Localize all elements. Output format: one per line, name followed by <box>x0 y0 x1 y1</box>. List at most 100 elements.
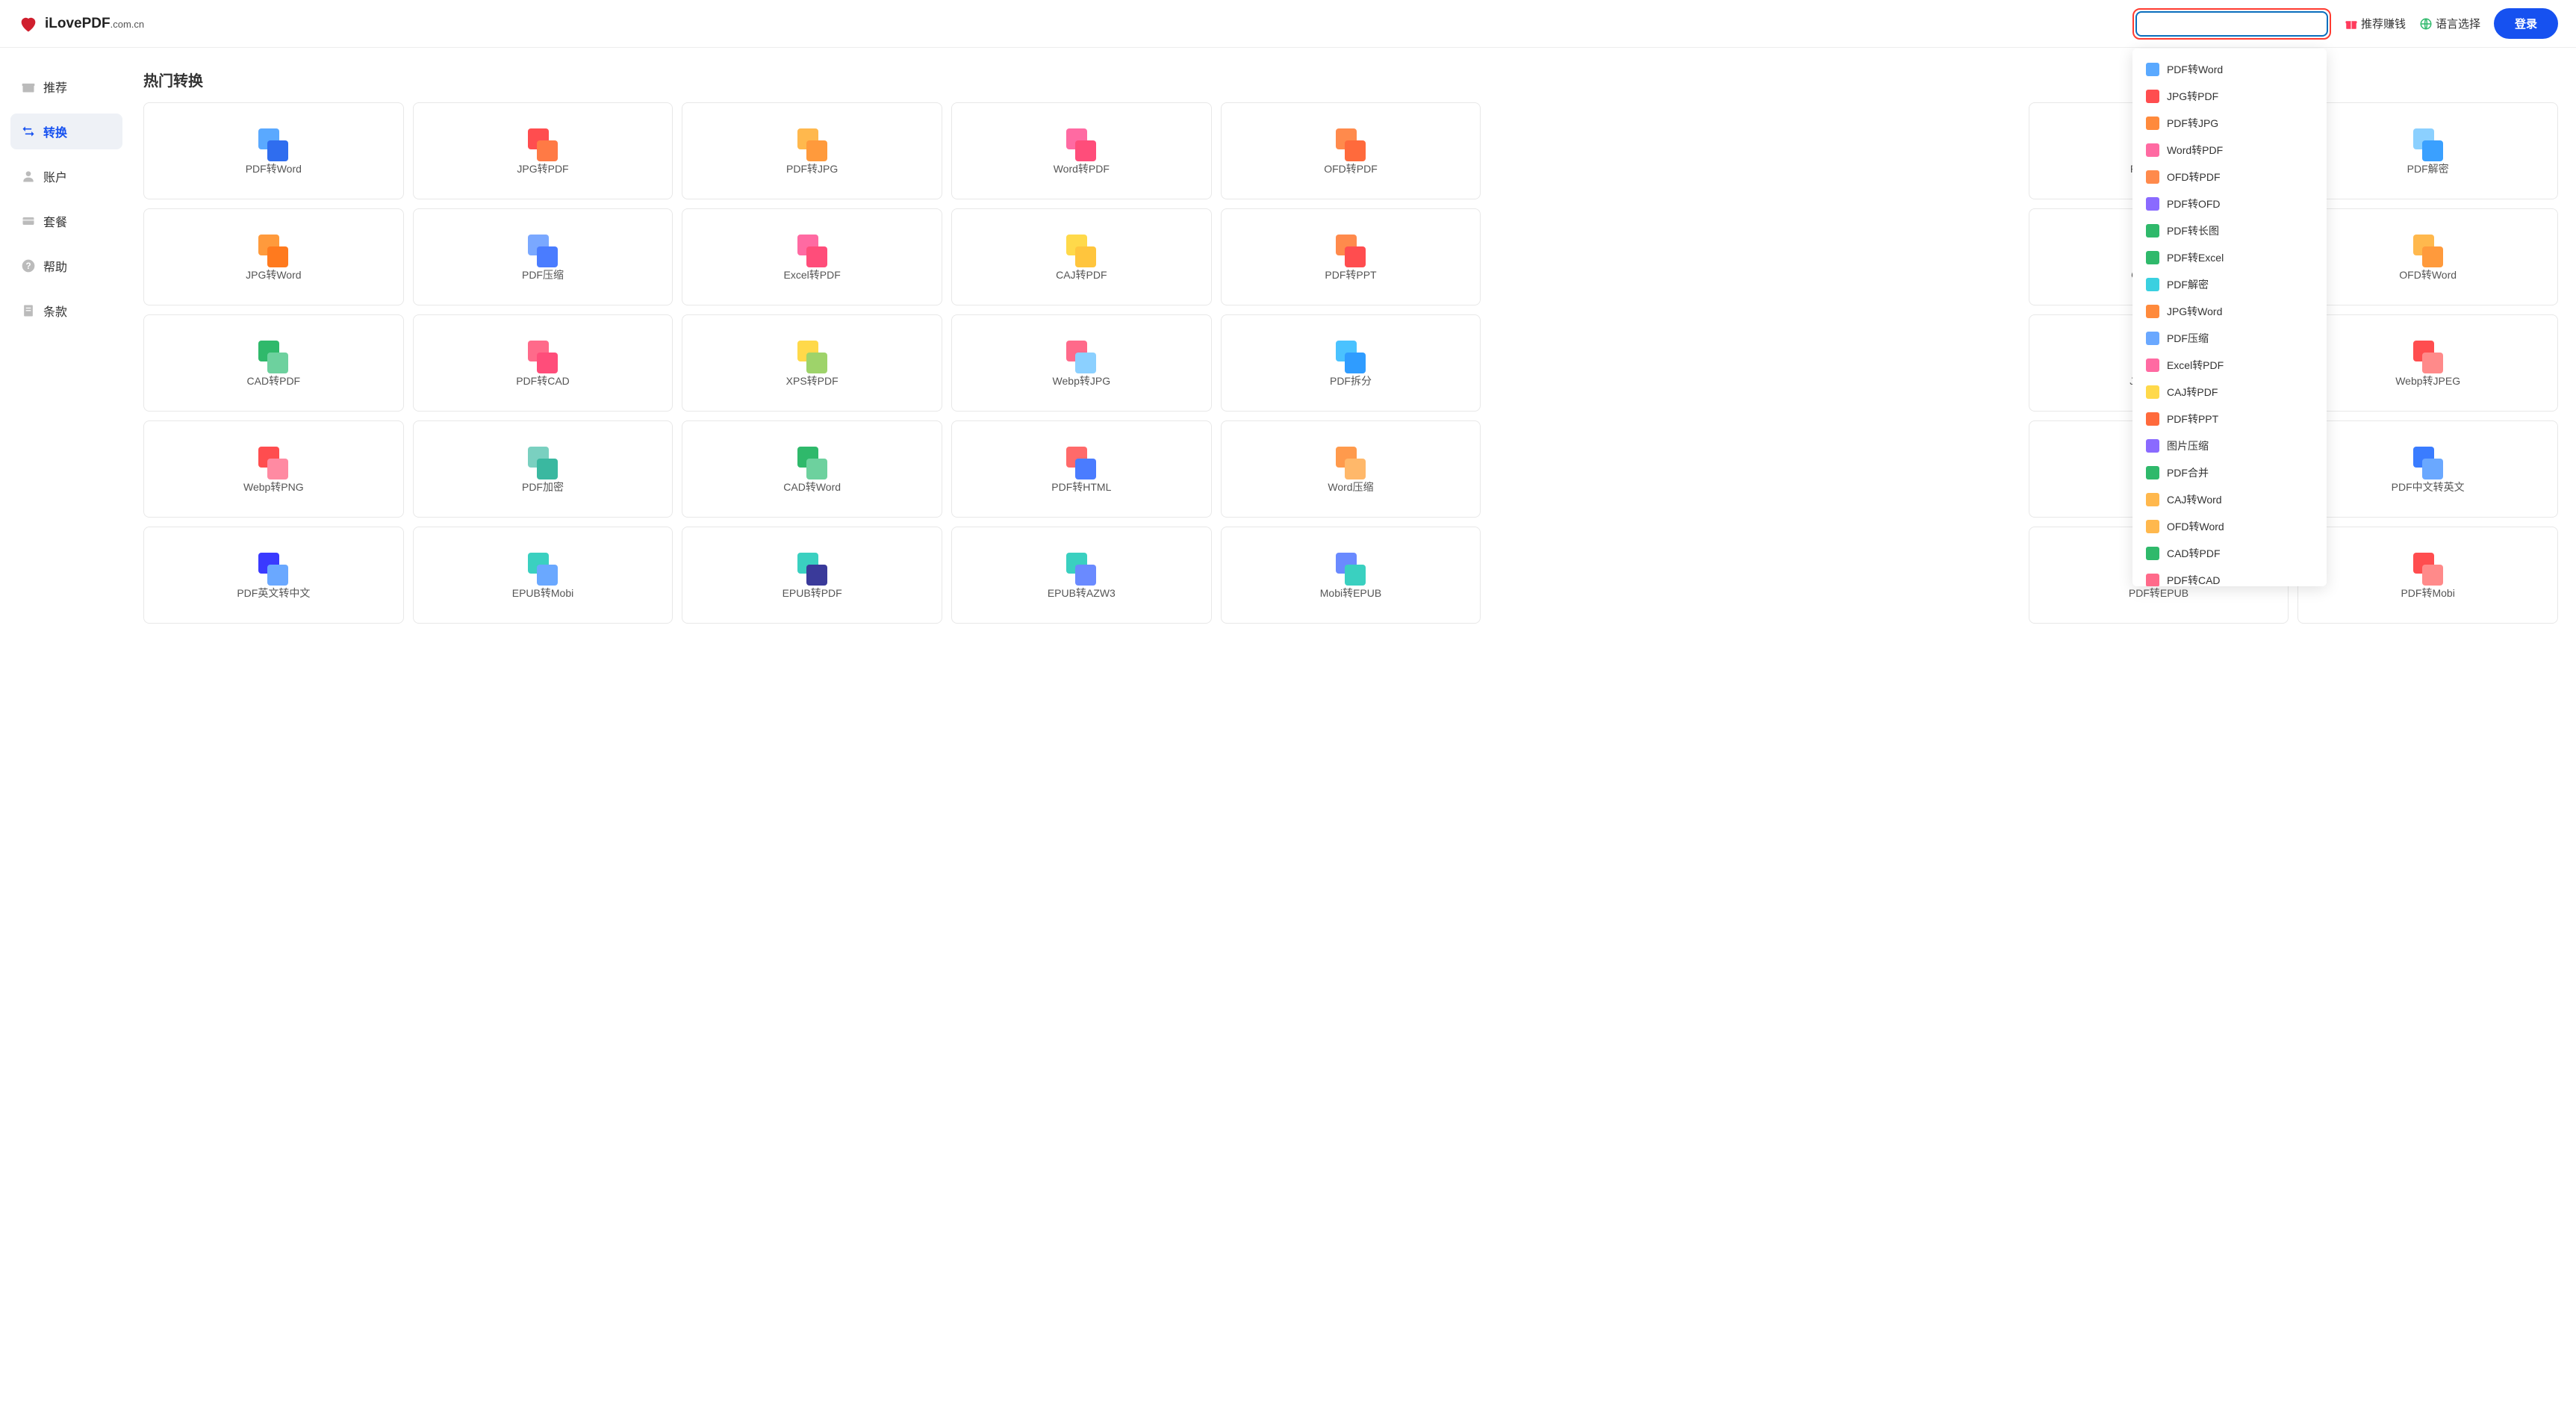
dropdown-item-label: Word转PDF <box>2167 143 2223 158</box>
dropdown-item[interactable]: PDF合并 <box>2132 459 2327 486</box>
sidebar-item-receipt[interactable]: 条款 <box>10 293 122 329</box>
sidebar-item-label: 推荐 <box>43 78 67 96</box>
dropdown-item-icon <box>2146 305 2159 318</box>
dropdown-item[interactable]: Word转PDF <box>2132 137 2327 164</box>
tool-card[interactable]: EPUB转Mobi <box>413 527 673 624</box>
tool-card[interactable]: PDF转CAD <box>413 314 673 412</box>
tool-card[interactable]: PDF拆分 <box>1221 314 1481 412</box>
dropdown-item[interactable]: PDF转长图 <box>2132 217 2327 244</box>
sidebar-item-help[interactable]: ?帮助 <box>10 248 122 284</box>
dropdown-item[interactable]: CAJ转Word <box>2132 486 2327 513</box>
header-right: PDF转WordJPG转PDFPDF转JPGWord转PDFOFD转PDFPDF… <box>2132 8 2558 40</box>
tool-card[interactable]: PDF转JPG <box>682 102 942 199</box>
logo[interactable]: iLovePDF.com.cn <box>18 13 144 34</box>
tool-card[interactable]: PDF加密 <box>413 420 673 518</box>
dropdown-item[interactable]: PDF压缩 <box>2132 325 2327 352</box>
dropdown-item[interactable]: PDF转JPG <box>2132 110 2327 137</box>
tool-card[interactable]: PDF解密 <box>2297 102 2558 199</box>
tool-card[interactable]: PDF转Mobi <box>2297 527 2558 624</box>
dropdown-item-label: JPG转PDF <box>2167 89 2218 104</box>
dropdown-item[interactable]: OFD转Word <box>2132 513 2327 540</box>
tool-card[interactable]: PDF转PPT <box>1221 208 1481 305</box>
search-input[interactable] <box>2135 11 2328 37</box>
sidebar-item-gift[interactable]: 推荐 <box>10 69 122 105</box>
dropdown-item-label: 图片压缩 <box>2167 438 2209 453</box>
sidebar-item-user[interactable]: 账户 <box>10 158 122 194</box>
tool-label: Webp转PNG <box>243 479 304 494</box>
dropdown-item[interactable]: OFD转PDF <box>2132 164 2327 190</box>
dropdown-item-icon <box>2146 143 2159 157</box>
tool-card[interactable]: Webp转JPEG <box>2297 314 2558 412</box>
dropdown-item[interactable]: PDF转CAD <box>2132 567 2327 586</box>
tool-card[interactable]: CAD转Word <box>682 420 942 518</box>
dropdown-item[interactable]: CAJ转PDF <box>2132 379 2327 406</box>
dropdown-item[interactable]: CAD转PDF <box>2132 540 2327 567</box>
tool-card[interactable]: Webp转JPG <box>951 314 1212 412</box>
dropdown-item[interactable]: Excel转PDF <box>2132 352 2327 379</box>
tool-icon <box>1333 341 1369 373</box>
tool-label: XPS转PDF <box>786 373 839 388</box>
dropdown-item[interactable]: JPG转PDF <box>2132 83 2327 110</box>
logo-text: iLovePDF.com.cn <box>45 16 144 32</box>
tool-label: PDF转Word <box>246 161 302 176</box>
tool-label: Webp转JPEG <box>2395 373 2460 388</box>
dropdown-item[interactable]: 图片压缩 <box>2132 432 2327 459</box>
tool-card[interactable]: Excel转PDF <box>682 208 942 305</box>
tool-card[interactable]: PDF转HTML <box>951 420 1212 518</box>
dropdown-item[interactable]: JPG转Word <box>2132 298 2327 325</box>
sidebar-item-card[interactable]: 套餐 <box>10 203 122 239</box>
tool-card[interactable]: JPG转PDF <box>413 102 673 199</box>
user-icon <box>21 169 36 184</box>
dropdown-item[interactable]: PDF转OFD <box>2132 190 2327 217</box>
recommend-earn-link[interactable]: 推荐赚钱 <box>2345 16 2406 31</box>
tool-label: PDF中文转英文 <box>2392 479 2465 494</box>
tool-label: Excel转PDF <box>784 267 841 282</box>
tool-label: PDF压缩 <box>522 267 564 282</box>
tool-card[interactable]: CAD转PDF <box>143 314 404 412</box>
tool-card[interactable]: Word压缩 <box>1221 420 1481 518</box>
tool-icon <box>525 553 561 586</box>
tool-label: PDF转CAD <box>516 373 570 388</box>
tool-card[interactable]: CAJ转PDF <box>951 208 1212 305</box>
login-button[interactable]: 登录 <box>2494 8 2558 39</box>
tool-card[interactable]: EPUB转AZW3 <box>951 527 1212 624</box>
tool-card[interactable]: JPG转Word <box>143 208 404 305</box>
tool-card[interactable]: PDF中文转英文 <box>2297 420 2558 518</box>
tool-card[interactable]: PDF英文转中文 <box>143 527 404 624</box>
dropdown-item-icon <box>2146 520 2159 533</box>
tool-card[interactable]: OFD转PDF <box>1221 102 1481 199</box>
dropdown-item-label: PDF转OFD <box>2167 196 2221 211</box>
tool-label: Mobi转EPUB <box>1320 586 1381 600</box>
tool-icon <box>794 235 830 267</box>
tool-label: PDF转EPUB <box>2129 586 2188 600</box>
dropdown-item[interactable]: PDF转PPT <box>2132 406 2327 432</box>
dropdown-item-icon <box>2146 90 2159 103</box>
tool-card[interactable]: XPS转PDF <box>682 314 942 412</box>
tool-icon <box>525 341 561 373</box>
dropdown-item[interactable]: PDF转Excel <box>2132 244 2327 271</box>
dropdown-item-icon <box>2146 332 2159 345</box>
tool-card[interactable]: EPUB转PDF <box>682 527 942 624</box>
dropdown-item-icon <box>2146 358 2159 372</box>
sidebar-item-label: 账户 <box>43 167 67 185</box>
tool-icon <box>255 553 291 586</box>
tool-icon <box>255 447 291 479</box>
tool-card[interactable]: Webp转PNG <box>143 420 404 518</box>
dropdown-item[interactable]: PDF转Word <box>2132 56 2327 83</box>
tool-label: PDF转HTML <box>1051 479 1111 494</box>
language-select-link[interactable]: 语言选择 <box>2419 16 2480 31</box>
tool-card[interactable]: PDF转Word <box>143 102 404 199</box>
tool-icon <box>1063 341 1099 373</box>
tool-card[interactable]: Mobi转EPUB <box>1221 527 1481 624</box>
sidebar-item-label: 转换 <box>43 122 67 140</box>
sidebar-item-swap[interactable]: 转换 <box>10 114 122 149</box>
sidebar-item-label: 套餐 <box>43 212 67 230</box>
tool-card[interactable]: OFD转Word <box>2297 208 2558 305</box>
tool-card[interactable]: Word转PDF <box>951 102 1212 199</box>
dropdown-item-label: CAJ转Word <box>2167 492 2222 507</box>
tool-label: CAD转Word <box>783 479 841 494</box>
dropdown-item[interactable]: PDF解密 <box>2132 271 2327 298</box>
tool-card[interactable]: PDF压缩 <box>413 208 673 305</box>
tool-icon <box>1063 447 1099 479</box>
dropdown-item-icon <box>2146 574 2159 586</box>
